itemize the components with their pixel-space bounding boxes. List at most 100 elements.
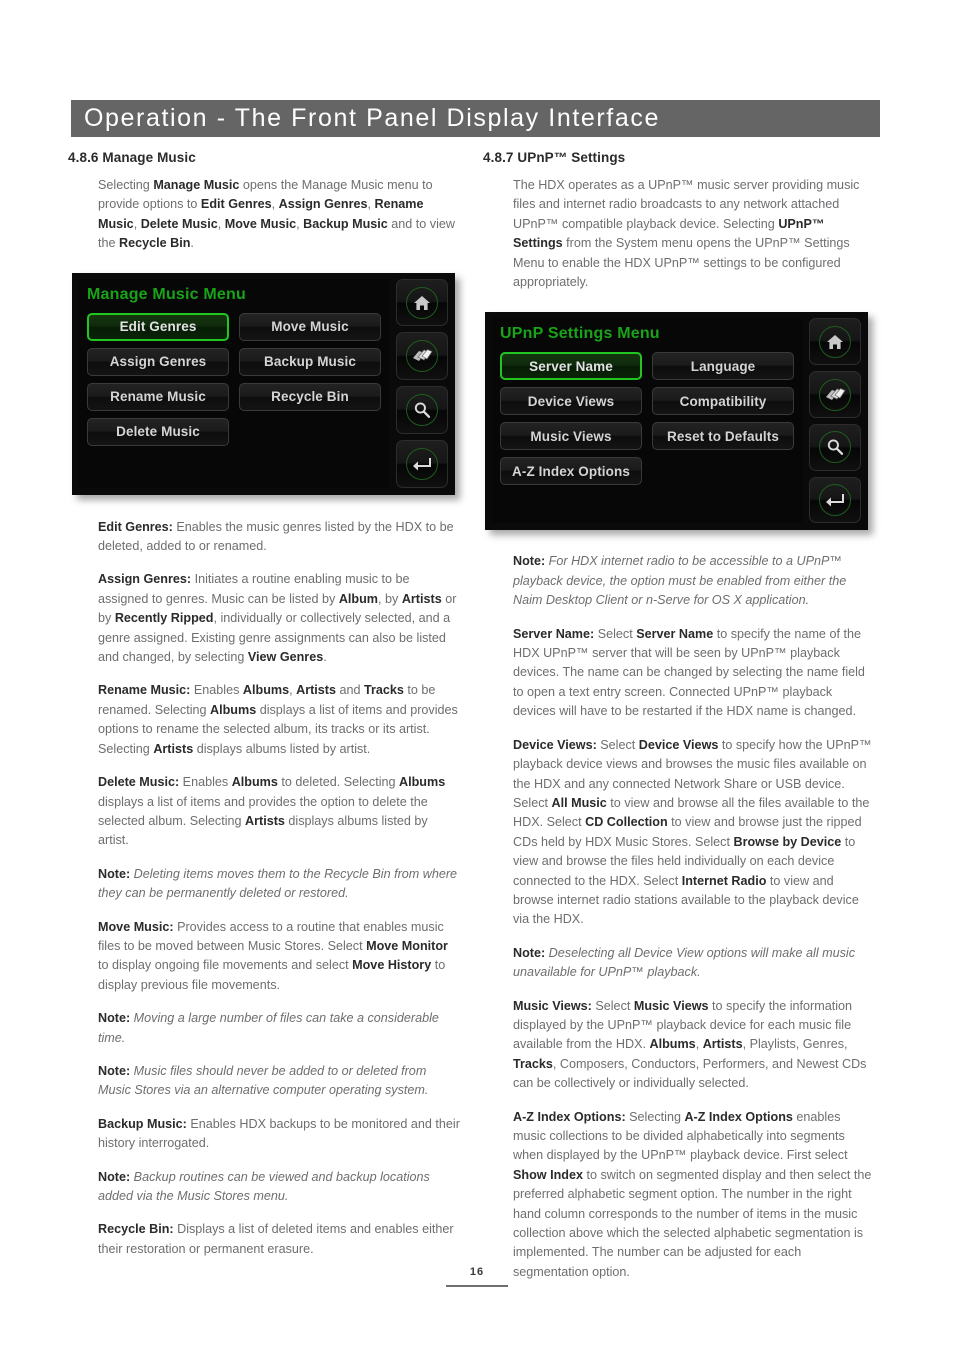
menu-button-recycle-bin[interactable]: Recycle Bin bbox=[239, 382, 381, 411]
intro-term-recycle-bin: Recycle Bin bbox=[119, 236, 191, 251]
menu-button-placeholder bbox=[652, 457, 794, 485]
menu-button-compatibility[interactable]: Compatibility bbox=[652, 387, 794, 416]
layers-icon bbox=[826, 387, 846, 400]
intro-sep-3: , bbox=[133, 216, 141, 231]
menu-button-delete-music[interactable]: Delete Music bbox=[87, 417, 229, 446]
paragraph-text-note-internet-radio: For HDX internet radio to be accessible … bbox=[513, 554, 847, 608]
home-icon bbox=[414, 295, 430, 310]
paragraph-lead-note-backup: Note: bbox=[98, 1169, 131, 1184]
rail-button-enter[interactable] bbox=[809, 476, 861, 524]
intro-term-move-music: Move Music bbox=[224, 216, 297, 231]
left-column-body: Selecting Manage Music opens the Manage … bbox=[68, 176, 460, 254]
menu-button-server-name[interactable]: Server Name bbox=[500, 352, 642, 381]
upnp-intro-text-c: from the System menu opens the UPnP™ Set… bbox=[513, 236, 850, 290]
intro-term-manage-music: Manage Music bbox=[153, 178, 240, 192]
menu-button-language[interactable]: Language bbox=[652, 352, 794, 381]
menu-button-backup-music[interactable]: Backup Music bbox=[239, 347, 381, 376]
paragraph-lead-az-index-options: A-Z Index Options: bbox=[513, 1109, 626, 1124]
rail-button-enter[interactable] bbox=[396, 439, 448, 488]
manage-music-button-grid: Edit Genres Move Music Assign Genres Bac… bbox=[87, 312, 381, 446]
paragraph-text-note-moving: Moving a large number of files can take … bbox=[98, 1011, 439, 1045]
paragraph-lead-music-views: Music Views: bbox=[513, 998, 592, 1013]
right-column: 4.8.7 UPnP™ Settings The HDX operates as… bbox=[483, 150, 875, 1282]
paragraph-lead-server-name: Server Name: bbox=[513, 626, 595, 641]
menu-button-music-views[interactable]: Music Views bbox=[500, 422, 642, 451]
paragraph-lead-note-moving: Note: bbox=[98, 1011, 131, 1026]
upnp-screen-title: UPnP Settings Menu bbox=[500, 325, 660, 343]
paragraph-assign-genres: Assign Genres: Initiates a routine enabl… bbox=[98, 570, 460, 667]
page-footer: 16 bbox=[0, 1266, 954, 1287]
paragraph-lead-note-deselecting: Note: bbox=[513, 945, 546, 960]
intro-term-assign-genres: Assign Genres bbox=[278, 197, 368, 212]
footer-divider bbox=[446, 1285, 508, 1287]
paragraph-note-deselecting: Note: Deselecting all Device View option… bbox=[513, 944, 875, 983]
upnp-side-rail bbox=[809, 318, 861, 524]
paragraph-text-note-backup: Backup routines can be viewed and backup… bbox=[98, 1169, 430, 1203]
left-column-detail-paragraphs: Edit Genres: Enables the music genres li… bbox=[68, 518, 460, 1260]
rail-button-search[interactable] bbox=[396, 386, 448, 434]
paragraph-server-name: Server Name: Select Server Name to speci… bbox=[513, 625, 875, 722]
intro-sep-2: , bbox=[367, 197, 375, 212]
menu-button-rename-music[interactable]: Rename Music bbox=[87, 382, 229, 411]
paragraph-edit-genres: Edit Genres: Enables the music genres li… bbox=[98, 518, 460, 557]
paragraph-recycle-bin: Recycle Bin: Displays a list of deleted … bbox=[98, 1220, 460, 1259]
rail-button-home[interactable] bbox=[809, 318, 861, 366]
menu-button-az-index-options[interactable]: A-Z Index Options bbox=[500, 457, 642, 486]
rail-button-search[interactable] bbox=[809, 423, 861, 471]
menu-button-move-music[interactable]: Move Music bbox=[239, 312, 381, 341]
paragraph-text-az-index-options: Selecting A-Z Index Options enables musi… bbox=[513, 1109, 872, 1279]
paragraph-lead-note-internet-radio: Note: bbox=[513, 554, 546, 569]
rail-button-layers[interactable] bbox=[396, 332, 448, 381]
rail-button-home[interactable] bbox=[396, 278, 448, 327]
paragraph-music-views: Music Views: Select Music Views to speci… bbox=[513, 997, 875, 1094]
section-heading-486: 4.8.6 Manage Music bbox=[68, 150, 196, 165]
page-number: 16 bbox=[469, 1266, 485, 1278]
paragraph-lead-rename-music: Rename Music: bbox=[98, 683, 191, 698]
upnp-screen-body: UPnP Settings Menu Server Name Language … bbox=[492, 318, 802, 524]
search-icon bbox=[414, 402, 431, 418]
enter-icon bbox=[826, 494, 844, 507]
intro-sep-4: , bbox=[217, 216, 225, 231]
home-icon bbox=[827, 334, 843, 349]
menu-button-assign-genres[interactable]: Assign Genres bbox=[87, 347, 229, 376]
rail-button-layers[interactable] bbox=[809, 371, 861, 418]
upnp-intro-paragraph: The HDX operates as a UPnP™ music server… bbox=[513, 176, 875, 292]
paragraph-device-views: Device Views: Select Device Views to spe… bbox=[513, 736, 875, 930]
page-header-banner: Operation - The Front Panel Display Inte… bbox=[71, 100, 880, 137]
manage-music-side-rail bbox=[396, 278, 448, 488]
paragraph-lead-recycle-bin: Recycle Bin: bbox=[98, 1222, 174, 1237]
paragraph-note-moving: Note: Moving a large number of files can… bbox=[98, 1009, 460, 1048]
intro-term-backup-music: Backup Music bbox=[303, 216, 388, 231]
manage-music-screen-body: Manage Music Menu Edit Genres Move Music… bbox=[79, 278, 389, 488]
paragraph-lead-backup-music: Backup Music: bbox=[98, 1116, 187, 1131]
menu-button-reset-to-defaults[interactable]: Reset to Defaults bbox=[652, 422, 794, 451]
paragraph-text-note-deselecting: Deselecting all Device View options will… bbox=[513, 945, 856, 980]
menu-button-device-views[interactable]: Device Views bbox=[500, 387, 642, 416]
upnp-settings-menu-screenshot: UPnP Settings Menu Server Name Language … bbox=[485, 312, 868, 531]
layers-icon bbox=[413, 349, 433, 362]
paragraph-text-device-views: Select Device Views to specify how the U… bbox=[513, 737, 872, 927]
page-title: Operation - The Front Panel Display Inte… bbox=[84, 104, 660, 132]
intro-text-end: . bbox=[190, 236, 194, 251]
paragraph-lead-device-views: Device Views: bbox=[513, 737, 597, 752]
right-column-detail-paragraphs: Note: For HDX internet radio to be acces… bbox=[483, 552, 875, 1282]
intro-sep-1: , bbox=[271, 197, 279, 212]
paragraph-rename-music: Rename Music: Enables Albums, Artists an… bbox=[98, 681, 460, 759]
paragraph-az-index-options: A-Z Index Options: Selecting A-Z Index O… bbox=[513, 1108, 875, 1283]
enter-icon bbox=[413, 457, 431, 471]
paragraph-text-note-altos: Music files should never be added to or … bbox=[98, 1063, 429, 1098]
document-page: Operation - The Front Panel Display Inte… bbox=[0, 0, 954, 1350]
manage-music-screen-title: Manage Music Menu bbox=[87, 285, 246, 303]
intro-text-prefix: Selecting bbox=[98, 178, 154, 192]
paragraph-lead-note-delete: Note: bbox=[98, 866, 131, 881]
manage-music-menu-screenshot: Manage Music Menu Edit Genres Move Music… bbox=[72, 272, 455, 495]
paragraph-lead-edit-genres: Edit Genres: bbox=[98, 519, 173, 534]
paragraph-backup-music: Backup Music: Enables HDX backups to be … bbox=[98, 1115, 460, 1154]
paragraph-lead-move-music: Move Music: bbox=[98, 919, 174, 934]
paragraph-move-music: Move Music: Provides access to a routine… bbox=[98, 918, 460, 996]
paragraph-text-note-delete: Deleting items moves them to the Recycle… bbox=[98, 866, 458, 901]
paragraph-lead-delete-music: Delete Music: bbox=[98, 775, 180, 790]
menu-button-edit-genres[interactable]: Edit Genres bbox=[87, 312, 229, 341]
paragraph-delete-music: Delete Music: Enables Albums to deleted.… bbox=[98, 773, 460, 851]
right-column-intro: The HDX operates as a UPnP™ music server… bbox=[483, 176, 875, 292]
